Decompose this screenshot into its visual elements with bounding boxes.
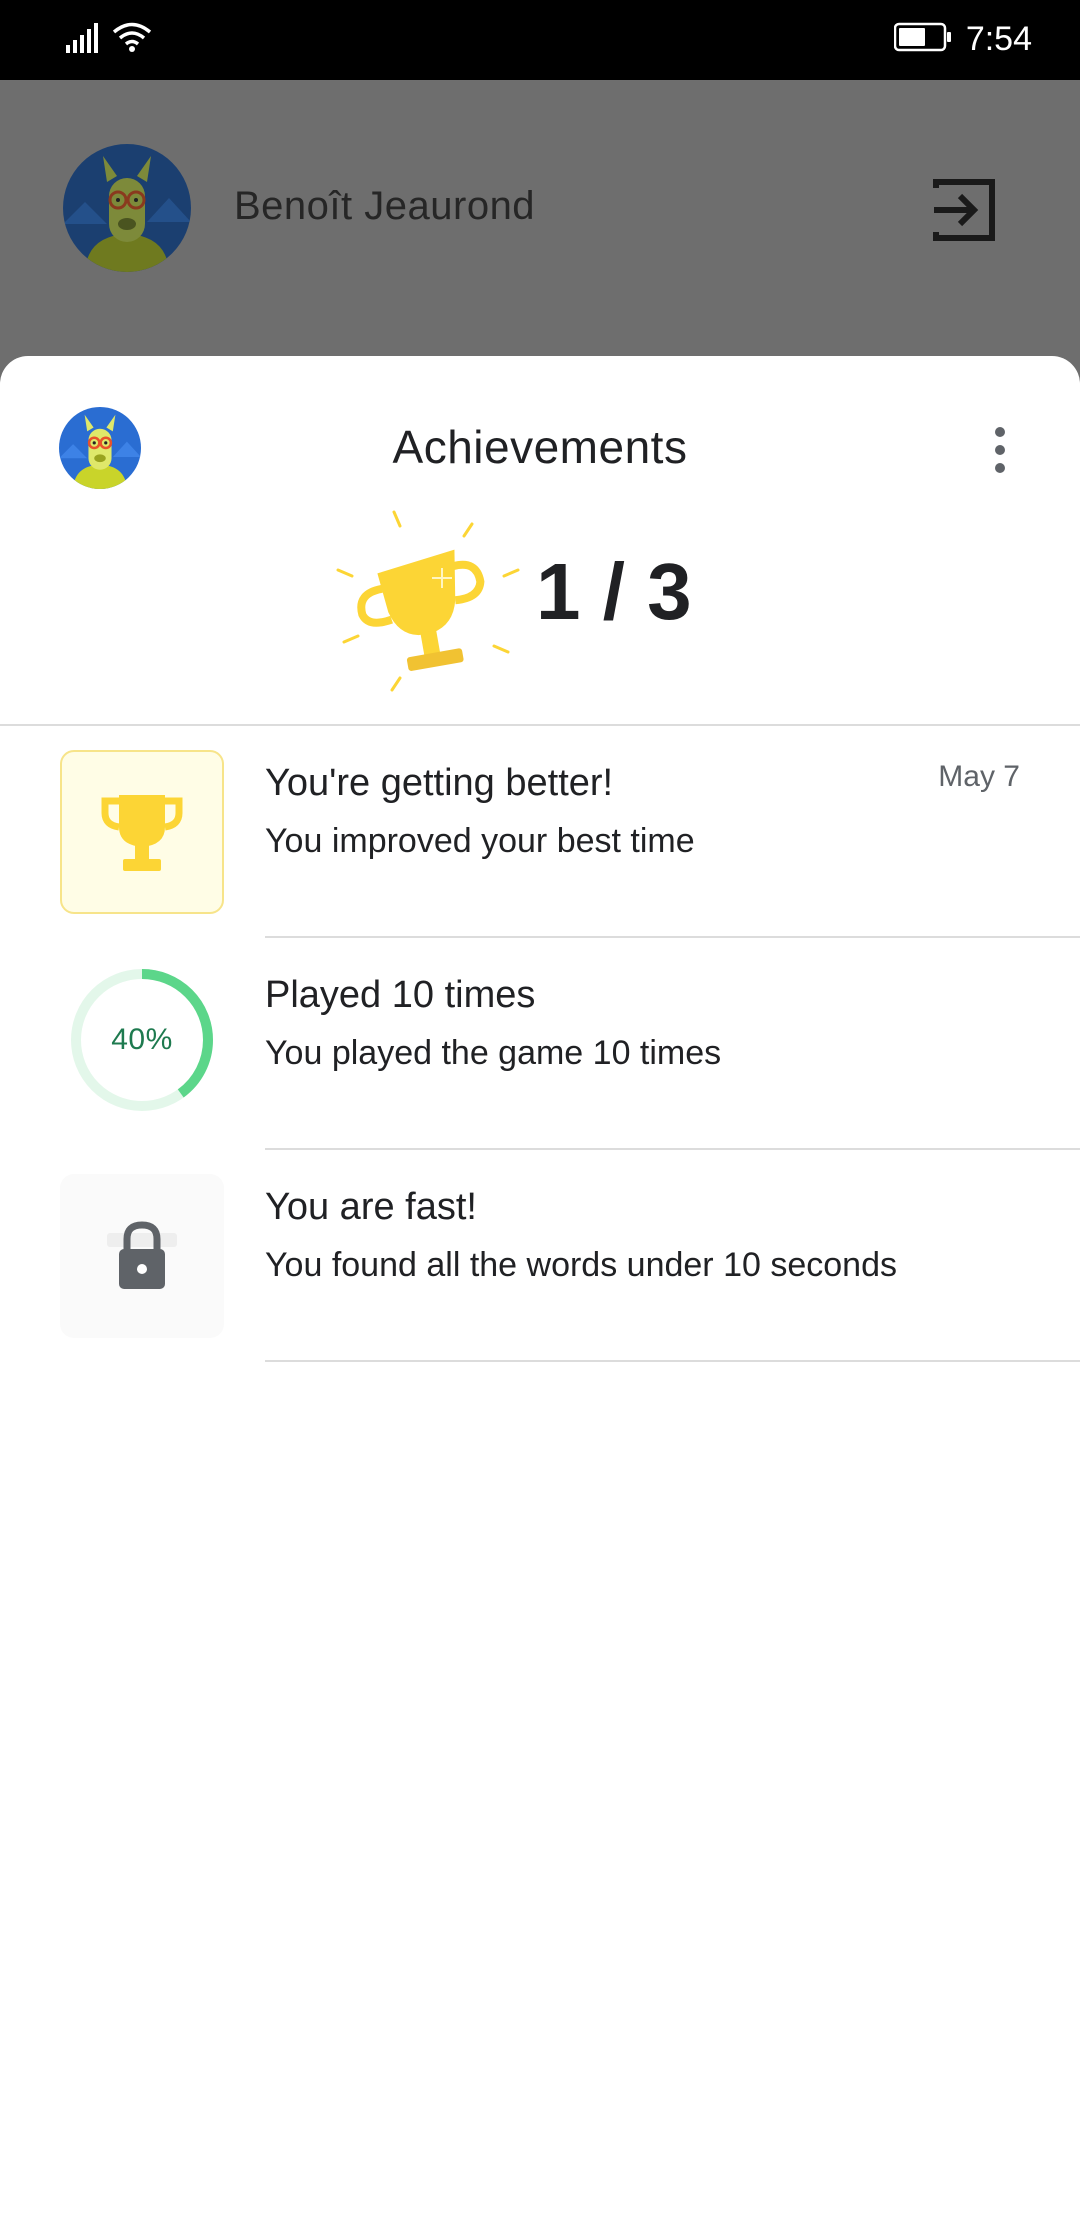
- profile-header: Benoît Jeaurond: [0, 80, 1080, 340]
- sheet-title: Achievements: [392, 421, 688, 473]
- llama-avatar-icon[interactable]: [63, 144, 191, 272]
- lock-icon: [60, 1174, 224, 1338]
- status-right: 7:54: [893, 20, 1032, 59]
- achievement-date: May 7: [938, 760, 1020, 793]
- achievement-description: You played the game 10 times: [265, 1034, 722, 1072]
- status-time: 7:54: [965, 20, 1032, 58]
- signal-icon: [66, 23, 100, 58]
- more-options-icon[interactable]: [980, 422, 1020, 478]
- achievement-description: You found all the words under 10 seconds: [265, 1246, 897, 1284]
- profile-name: Benoît Jeaurond: [234, 184, 536, 228]
- achievement-item-getting-better[interactable]: You're getting better! You improved your…: [0, 726, 1080, 938]
- achievement-summary: 1 / 3: [330, 506, 730, 706]
- status-bar: 7:54: [0, 0, 1080, 80]
- exit-icon[interactable]: [930, 176, 998, 244]
- achievement-item-you-are-fast[interactable]: You are fast! You found all the words un…: [0, 1150, 1080, 1362]
- trophy-burst-icon: [330, 506, 530, 706]
- divider: [265, 1360, 1080, 1362]
- achievements-sheet: Achievements 1 / 3 You're getting better…: [0, 356, 1080, 2240]
- achievement-item-played-10[interactable]: 40% Played 10 times You played the game …: [0, 938, 1080, 1150]
- battery-icon: [893, 22, 952, 57]
- achievement-description: You improved your best time: [265, 822, 695, 860]
- progress-label: 40%: [111, 1023, 173, 1056]
- status-left: [66, 22, 152, 58]
- achievement-title: You're getting better!: [265, 762, 614, 804]
- achievement-score: 1 / 3: [536, 547, 692, 636]
- achievement-title: Played 10 times: [265, 974, 536, 1016]
- achievements-list: You're getting better! You improved your…: [0, 726, 1080, 1362]
- achievement-title: You are fast!: [265, 1186, 477, 1228]
- wifi-icon: [112, 21, 152, 58]
- trophy-icon: [60, 750, 224, 914]
- screen: 7:54 Benoît Jeaurond Achievements 1 / 3 …: [0, 0, 1080, 2240]
